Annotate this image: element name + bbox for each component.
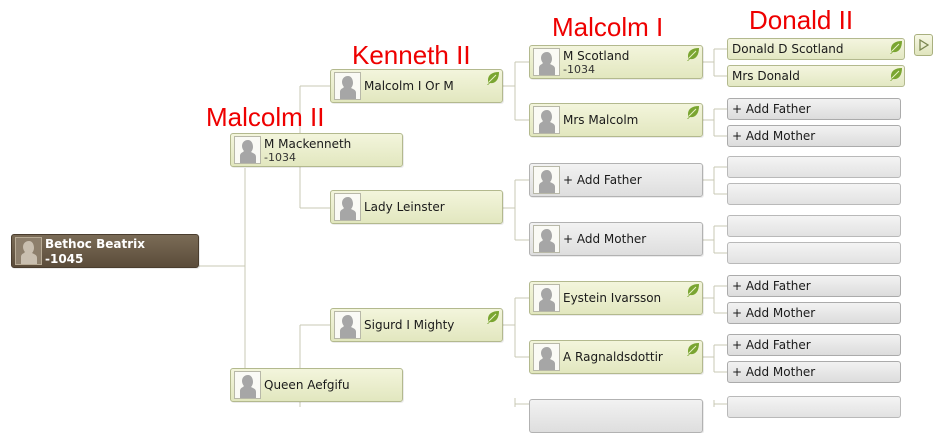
person-card-ggen-1[interactable]: M Scotland -1034 [529,45,703,79]
add-father-slot[interactable]: + Add Father [727,334,901,356]
person-name: M Mackenneth [264,137,352,151]
leaf-hint-icon[interactable] [686,105,700,122]
person-silhouette-icon [15,237,42,265]
person-name: M Scotland [563,49,630,63]
leaf-hint-icon[interactable] [889,40,903,59]
person-name: Eystein Ivarsson [563,291,662,305]
annotation-gen3: Malcolm I [552,12,664,42]
person-silhouette-icon [533,166,560,194]
add-father-card[interactable]: + Add Father [529,163,703,197]
person-card-cut-off[interactable] [529,399,703,433]
add-mother-card[interactable]: + Add Mother [529,222,703,256]
add-father-slot[interactable]: + Add Father [727,98,901,120]
person-name: Bethoc Beatrix [45,237,145,251]
person-silhouette-icon [334,193,361,221]
leaf-hint-icon[interactable] [486,310,500,327]
person-name: A Ragnaldsdottir [563,350,663,364]
annotation-gen2: Kenneth II [352,40,471,70]
person-date: -1045 [45,252,84,266]
add-mother-slot[interactable]: + Add Mother [727,361,901,383]
person-silhouette-icon [234,371,261,399]
person-name: Malcolm I Or M [364,79,454,93]
person-silhouette-icon [533,343,560,371]
person-name: Mrs Malcolm [563,113,639,127]
person-silhouette-icon [234,136,261,164]
empty-slot [727,396,901,418]
person-silhouette-icon [334,311,361,339]
person-card-root[interactable]: Bethoc Beatrix -1045 [11,234,199,268]
person-silhouette-icon [533,106,560,134]
pedigree-tree: Malcolm II Kenneth II Malcolm I Donald I… [0,0,941,433]
ancestor-slot-2[interactable]: Mrs Donald [727,65,905,87]
person-card-ggen-2[interactable]: Mrs Malcolm [529,103,703,137]
person-card-paternal-grandfather[interactable]: Malcolm I Or M [330,69,503,103]
person-card-ggen-6[interactable]: A Ragnaldsdottir [529,340,703,374]
leaf-hint-icon[interactable] [686,47,700,64]
play-arrow-icon [919,39,929,51]
empty-slot [727,183,901,205]
empty-slot [727,156,901,178]
person-name: Sigurd I Mighty [364,318,455,332]
person-silhouette-icon [533,284,560,312]
person-silhouette-icon [533,48,560,76]
person-name: Queen Aefgifu [264,378,350,392]
add-father-label: + Add Father [563,173,642,187]
expand-next-generation-button[interactable] [914,34,933,56]
leaf-hint-icon[interactable] [486,71,500,88]
person-date: -1034 [264,151,296,164]
empty-slot [727,242,901,264]
add-mother-label: + Add Mother [563,232,647,246]
leaf-hint-icon[interactable] [889,67,903,86]
add-father-slot[interactable]: + Add Father [727,275,901,297]
person-card-ggen-5[interactable]: Eystein Ivarsson [529,281,703,315]
leaf-hint-icon[interactable] [686,342,700,359]
person-card-mother[interactable]: Queen Aefgifu [230,368,403,402]
slot-label: Donald D Scotland [732,42,844,56]
annotation-gen4: Donald II [749,5,854,35]
person-card-paternal-grandmother[interactable]: Lady Leinster [330,190,503,224]
empty-slot [727,215,901,237]
add-mother-slot[interactable]: + Add Mother [727,302,901,324]
slot-label: Mrs Donald [732,69,800,83]
add-mother-slot[interactable]: + Add Mother [727,125,901,147]
leaf-hint-icon[interactable] [686,283,700,300]
person-silhouette-icon [533,225,560,253]
person-name: Lady Leinster [364,200,445,214]
ancestor-slot-1[interactable]: Donald D Scotland [727,38,905,60]
person-card-maternal-grandfather[interactable]: Sigurd I Mighty [330,308,503,342]
person-silhouette-icon [334,72,361,100]
person-date: -1034 [563,63,595,76]
annotation-gen1: Malcolm II [206,102,325,132]
person-card-father[interactable]: M Mackenneth -1034 [230,133,403,167]
